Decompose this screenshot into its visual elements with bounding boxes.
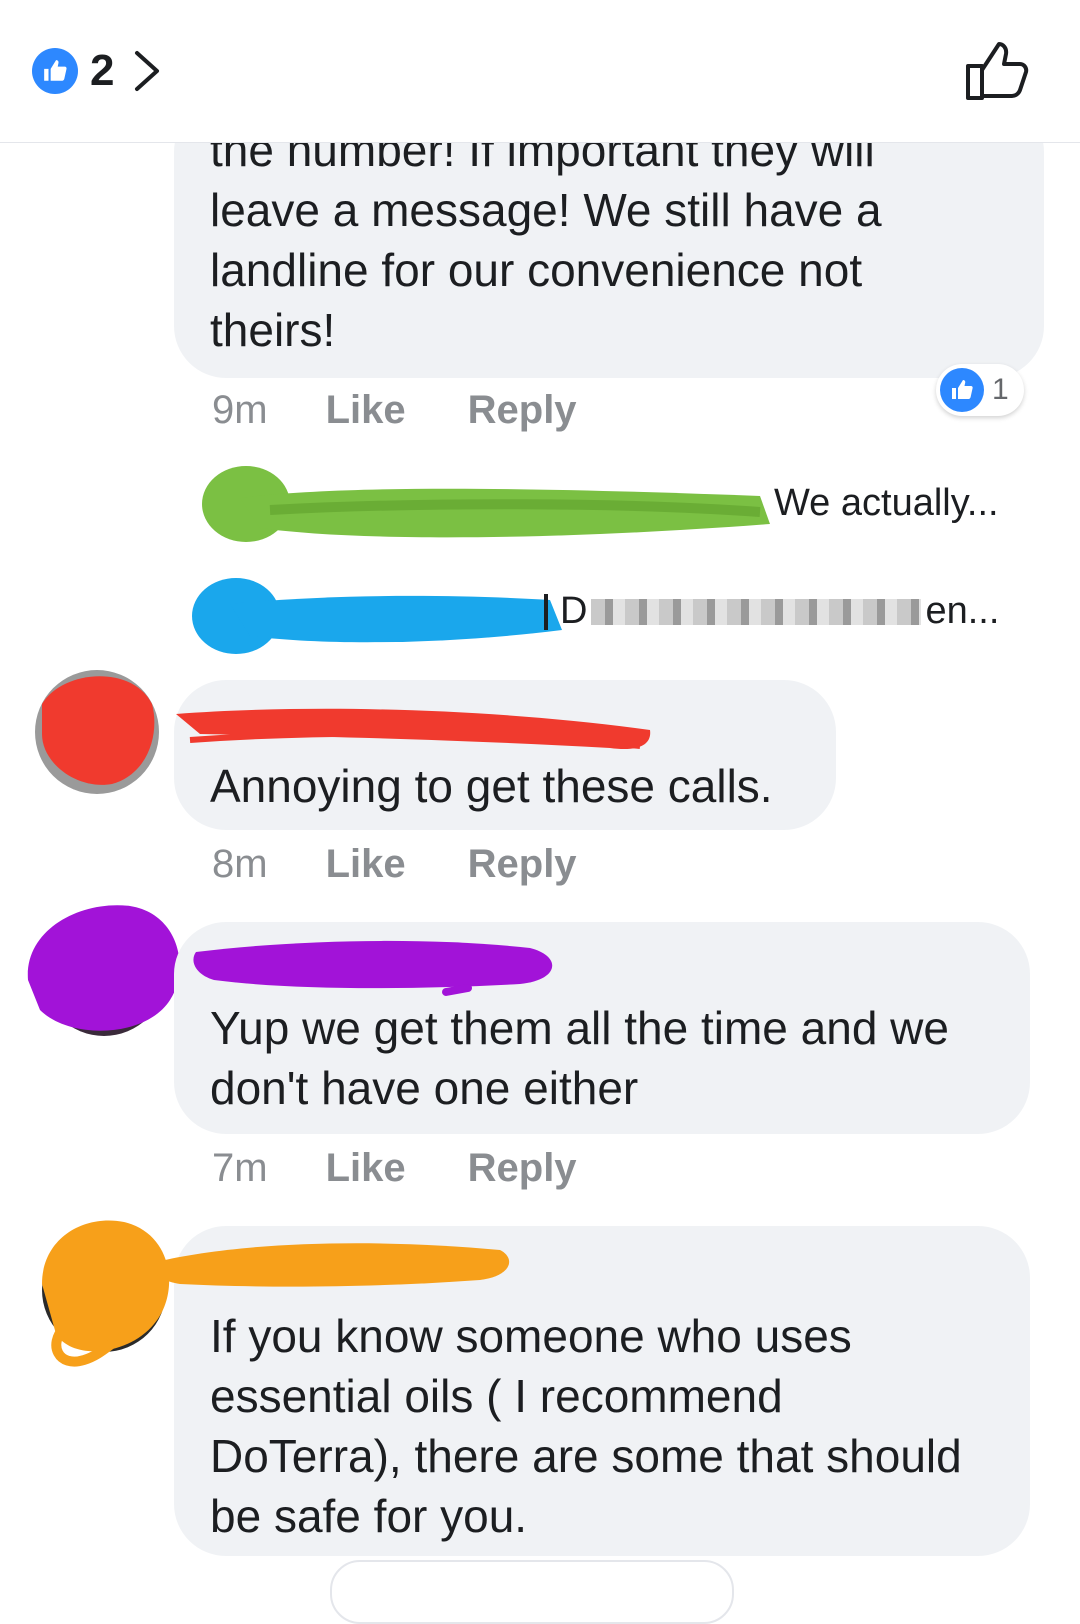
like-button[interactable]: Like <box>326 1146 406 1191</box>
reactions-summary[interactable]: 2 <box>32 46 162 96</box>
chevron-right-icon <box>135 51 160 91</box>
comment-text: If you know someone who uses essential o… <box>210 1310 962 1542</box>
redacted-avatar-purple <box>27 905 180 1036</box>
comment-actions: 8m Like Reply <box>212 842 639 887</box>
reply-preview-text-end: en... <box>925 590 1000 632</box>
reply-button[interactable]: Reply <box>468 1146 577 1191</box>
divider <box>544 593 548 630</box>
redacted-avatar-red <box>35 670 159 794</box>
reply-button[interactable]: Reply <box>468 388 577 433</box>
like-badge-icon <box>32 48 78 94</box>
comment-text: Yup we get them all the time and we don'… <box>210 1002 949 1114</box>
blurred-name <box>591 598 922 625</box>
reply-preview[interactable]: We actually... <box>774 482 999 525</box>
reply-preview-text: We actually... <box>774 482 999 524</box>
thumbs-up-outline-icon[interactable] <box>964 40 1030 102</box>
redacted-author-name-red <box>176 708 651 750</box>
redacted-reply-author-green <box>202 466 770 542</box>
redacted-reply-author-blue <box>192 578 562 654</box>
reply-preview-text: D <box>560 590 588 632</box>
comment-time: 7m <box>212 1146 268 1190</box>
comment-time: 8m <box>212 842 268 886</box>
comment-time: 9m <box>212 388 268 432</box>
comment-text: Annoying to get these calls. <box>210 760 773 812</box>
like-button[interactable]: Like <box>326 388 406 433</box>
like-badge-icon <box>940 368 984 412</box>
reply-preview[interactable]: D en... <box>544 590 999 633</box>
reactions-header: 2 <box>0 0 1080 143</box>
reply-button[interactable]: Reply <box>468 842 577 887</box>
comment-actions: 7m Like Reply <box>212 1146 639 1191</box>
comment-actions: 9m Like Reply <box>212 388 639 433</box>
redacted-author-name-purple <box>193 940 553 996</box>
redacted-author-name-orange <box>153 1243 510 1287</box>
reaction-count: 1 <box>992 373 1009 406</box>
reaction-count-pill[interactable]: 1 <box>936 364 1024 416</box>
next-item-edge <box>330 1560 734 1624</box>
comment-text: the number! If important they will leave… <box>210 124 882 356</box>
like-count: 2 <box>90 46 115 95</box>
like-button[interactable]: Like <box>326 842 406 887</box>
